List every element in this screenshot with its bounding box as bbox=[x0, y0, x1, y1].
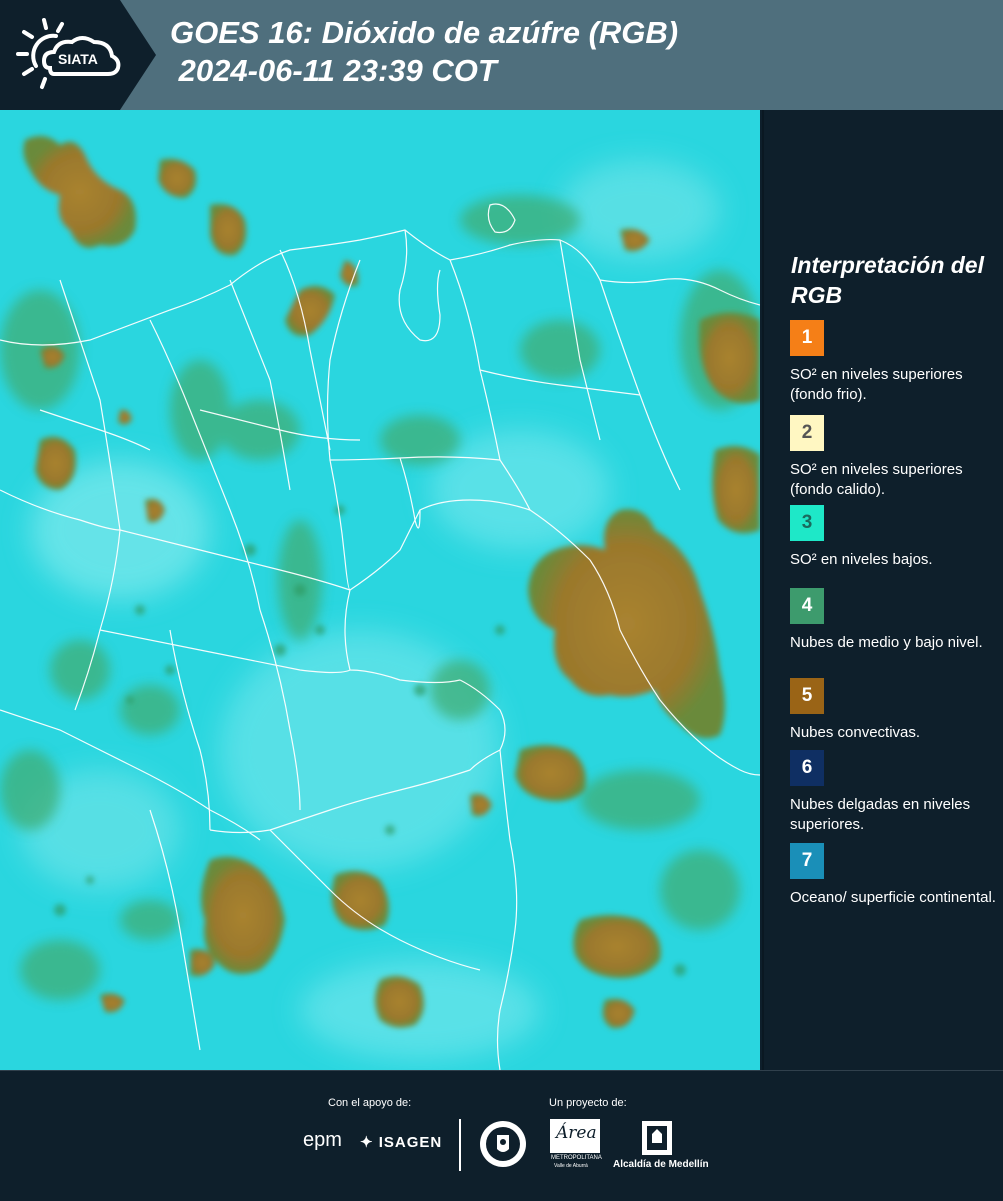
legend-swatch-7: 7 bbox=[790, 843, 824, 879]
legend-item-4: 4 Nubes de medio y bajo nivel. bbox=[790, 588, 1000, 653]
legend-item-1: 1 SO² en niveles superiores (fondo frio). bbox=[790, 320, 1000, 405]
epm-logo[interactable]: epm bbox=[303, 1129, 342, 1152]
area-metropolitana-logo[interactable]: Área METROPOLITANA Valle de Aburrá bbox=[550, 1119, 602, 1171]
isagen-label: ISAGEN bbox=[378, 1134, 443, 1151]
legend-swatch-3: 3 bbox=[790, 505, 824, 541]
alcaldia-label[interactable]: Alcaldía de Medellín bbox=[613, 1159, 709, 1170]
header: SIATA GOES 16: Dióxido de azúfre (RGB) 2… bbox=[0, 0, 1003, 110]
area-logo-subtitle: METROPOLITANA bbox=[551, 1155, 602, 1161]
satellite-imagery bbox=[0, 110, 760, 1070]
medellin-seal-icon[interactable] bbox=[478, 1119, 528, 1169]
legend-text-3: SO² en niveles bajos. bbox=[790, 551, 933, 568]
legend-swatch-1: 1 bbox=[790, 320, 824, 356]
legend-title: Interpretación del RGB bbox=[791, 252, 984, 308]
legend-panel: Interpretación del RGB 1 SO² en niveles s… bbox=[762, 110, 1003, 1070]
title-line-1: GOES 16: Dióxido de azúfre (RGB) bbox=[170, 15, 679, 50]
footer: Con el apoyo de: Un proyecto de: epm ✦ I… bbox=[0, 1070, 1003, 1201]
page-title: GOES 16: Dióxido de azúfre (RGB) 2024-06… bbox=[170, 14, 678, 90]
legend-swatch-6: 6 bbox=[790, 750, 824, 786]
svg-text:SIATA: SIATA bbox=[58, 51, 98, 67]
legend-item-2: 2 SO² en niveles superiores (fondo calido… bbox=[790, 415, 1000, 500]
siata-logo[interactable]: SIATA bbox=[14, 14, 126, 94]
footer-divider bbox=[459, 1119, 461, 1171]
legend-text-4: Nubes de medio y bajo nivel. bbox=[790, 634, 983, 651]
legend-item-5: 5 Nubes convectivas. bbox=[790, 678, 1000, 743]
project-label: Un proyecto de: bbox=[549, 1097, 627, 1109]
legend-text-7: Oceano/ superficie continental. bbox=[790, 889, 996, 906]
legend-text-5: Nubes convectivas. bbox=[790, 724, 921, 741]
satellite-map[interactable] bbox=[0, 110, 760, 1070]
legend-item-3: 3 SO² en niveles bajos. bbox=[790, 505, 1000, 570]
legend-swatch-5: 5 bbox=[790, 678, 824, 714]
alcaldia-shield-icon[interactable] bbox=[640, 1119, 674, 1157]
legend-swatch-4: 4 bbox=[790, 588, 824, 624]
legend-text-2: SO² en niveles superiores (fondo calido)… bbox=[790, 461, 963, 498]
isagen-logo[interactable]: ✦ ISAGEN bbox=[360, 1133, 442, 1151]
legend-swatch-2: 2 bbox=[790, 415, 824, 451]
area-logo-text: Área bbox=[556, 1123, 597, 1143]
area-logo-subtitle-2: Valle de Aburrá bbox=[554, 1163, 588, 1169]
title-line-2: 2024-06-11 23:39 COT bbox=[170, 53, 497, 88]
isagen-icon: ✦ bbox=[360, 1134, 374, 1151]
legend-item-6: 6 Nubes delgadas en niveles superiores. bbox=[790, 750, 1000, 835]
legend-text-6: Nubes delgadas en niveles superiores. bbox=[790, 796, 971, 833]
legend-text-1: SO² en niveles superiores (fondo frio). bbox=[790, 366, 963, 403]
legend-item-7: 7 Oceano/ superficie continental. bbox=[790, 843, 1000, 908]
support-label: Con el apoyo de: bbox=[328, 1097, 412, 1109]
